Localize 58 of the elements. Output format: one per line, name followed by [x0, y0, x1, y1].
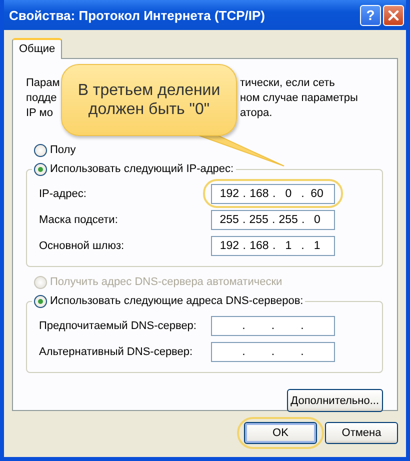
octet-separator: .	[301, 188, 304, 200]
radio-button[interactable]	[34, 144, 47, 156]
radio-label: Полу	[50, 144, 76, 156]
radio-label: Получить адрес DNS-сервера автоматически	[50, 276, 282, 288]
octet-text: 1	[312, 240, 322, 252]
ip-address-field[interactable]: . . .	[211, 342, 335, 362]
close-icon	[388, 10, 399, 20]
field-label: Альтернативный DNS-сервер:	[39, 346, 194, 358]
octet-separator: .	[272, 188, 276, 200]
octet-text: 192	[220, 188, 240, 200]
field-label: Предпочитаемый DNS-сервер:	[39, 320, 198, 332]
octet-separator: .	[242, 240, 246, 252]
ip-address-field[interactable]: 192 . 168 . 0 . 60	[211, 184, 335, 204]
callout-text: В третьем делении должен быть "0"	[76, 81, 222, 119]
window-title: Свойства: Протокол Интернета (TCP/IP)	[9, 8, 266, 22]
radio-button[interactable]	[34, 162, 47, 176]
radio-label: Использовать следующие адреса DNS-серверов:	[50, 295, 304, 307]
octet-separator: .	[300, 320, 304, 332]
tab[interactable]: Общие	[12, 38, 62, 59]
dialog-button[interactable]: OK	[244, 422, 317, 444]
octet-separator: .	[301, 240, 304, 252]
octet-separator: .	[272, 240, 276, 252]
radio-label: Использовать следующий IP-адрес:	[50, 163, 234, 175]
octet-separator: .	[272, 214, 276, 226]
field-label: Основной шлюз:	[39, 240, 126, 252]
description-text: тически, если сеть	[240, 76, 335, 91]
octet-text: 255	[249, 214, 268, 226]
description-text: подде	[26, 91, 57, 106]
ip-address-field[interactable]: . . .	[211, 316, 335, 336]
description-text: атора.	[240, 106, 272, 121]
octet-text: 0	[313, 214, 322, 226]
octet-separator: .	[271, 320, 275, 332]
octet-separator: .	[300, 346, 304, 358]
octet-separator: .	[242, 346, 246, 358]
close-button[interactable]	[383, 4, 404, 26]
octet-separator: .	[242, 214, 246, 226]
octet-separator: .	[242, 320, 246, 332]
octet-separator: .	[242, 188, 246, 200]
octet-text: 192	[220, 240, 240, 252]
description-text: ном случае параметры	[240, 91, 358, 106]
octet-text: 1	[284, 240, 293, 252]
octet-text: 255	[278, 214, 298, 226]
octet-text: 0	[284, 188, 293, 200]
octet-text: 255	[220, 214, 239, 226]
octet-separator: .	[301, 214, 305, 226]
octet-text: 168	[250, 188, 269, 200]
octet-separator: .	[271, 346, 275, 358]
ip-address-field[interactable]: 255 . 255 . 255 . 0	[211, 210, 335, 230]
field-label: Маска подсети:	[39, 214, 119, 226]
description-text: IP мо	[26, 106, 53, 121]
advanced-button[interactable]: Дополнительно...	[286, 389, 383, 412]
radio-button[interactable]	[34, 294, 47, 308]
octet-text: 168	[250, 240, 269, 252]
description-text: Парам	[26, 76, 60, 91]
field-label: IP-адрес:	[39, 188, 88, 200]
ip-address-field[interactable]: 192 . 168 . 1 . 1	[211, 236, 335, 256]
dialog-button[interactable]: Отмена	[325, 422, 398, 444]
octet-text: 60	[310, 188, 324, 200]
